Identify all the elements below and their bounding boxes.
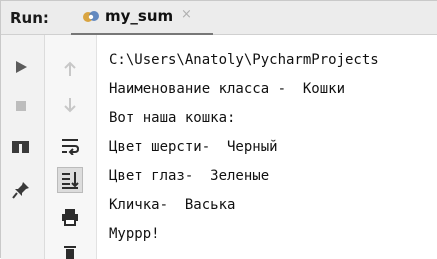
scroll-to-end-icon[interactable] — [57, 167, 83, 193]
tab-my-sum[interactable]: my_sum × — [71, 1, 221, 35]
console-line: Цвет глаз- Зеленые — [109, 168, 270, 184]
soft-wrap-icon[interactable] — [60, 137, 80, 155]
pin-icon[interactable] — [11, 180, 31, 200]
close-icon[interactable]: × — [181, 7, 192, 22]
play-icon[interactable] — [13, 59, 29, 75]
print-icon[interactable] — [60, 207, 80, 227]
console-line: Вот наша кошка: — [109, 110, 236, 126]
run-tab-bar: Run: my_sum × — [1, 1, 437, 36]
console-line: Цвет шерсти- Черный — [109, 139, 278, 155]
stop-icon[interactable] — [13, 98, 29, 114]
console-output[interactable]: C:\Users\Anatoly\PycharmProjects Наимено… — [97, 35, 437, 259]
trash-icon[interactable] — [62, 245, 78, 259]
run-toolbar-secondary — [45, 35, 97, 259]
layout-icon[interactable] — [11, 138, 31, 156]
console-line: Муррр! — [109, 226, 160, 242]
console-line: Наименование класса - Кошки — [109, 81, 346, 97]
console-line: C:\Users\Anatoly\PycharmProjects — [109, 52, 379, 68]
console-line: Кличка- Васька — [109, 197, 236, 213]
python-run-config-icon — [82, 8, 100, 26]
run-toolbar-primary — [1, 35, 45, 259]
tab-title: my_sum — [105, 7, 174, 25]
arrow-down-icon[interactable] — [63, 97, 77, 113]
run-label: Run: — [10, 9, 49, 27]
run-tool-window: Run: my_sum × C:\Users\Anatoly\PycharmPr… — [0, 0, 437, 259]
arrow-up-icon[interactable] — [63, 61, 77, 77]
